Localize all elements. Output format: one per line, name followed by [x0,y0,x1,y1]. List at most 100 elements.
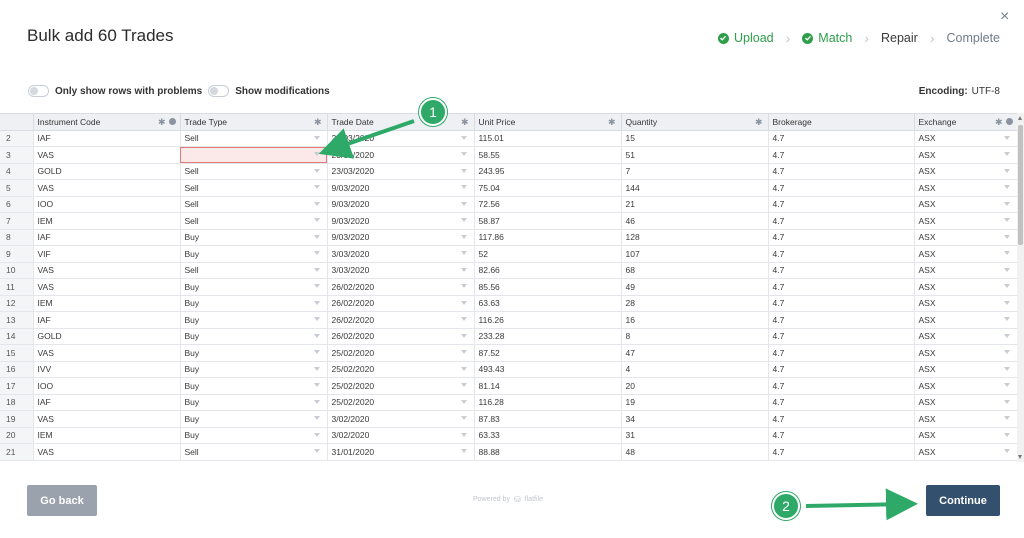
table-cell[interactable]: 26/02/2020 [327,278,475,296]
dropdown-arrow-icon[interactable] [1003,416,1010,420]
dropdown-arrow-icon[interactable] [460,185,467,189]
table-cell[interactable]: 82.66 [474,262,622,279]
dropdown-arrow-icon[interactable] [313,317,320,321]
table-cell[interactable]: ASX [914,361,1018,378]
table-cell[interactable]: 243.95 [474,163,622,180]
table-cell[interactable]: VAS [33,179,181,197]
table-cell[interactable]: 16 [621,311,769,329]
table-cell[interactable]: ASX [914,311,1018,329]
dropdown-arrow-icon[interactable] [1003,317,1010,321]
table-cell[interactable]: 88.88 [474,443,622,461]
table-cell[interactable]: 23/03/2020 [327,130,475,147]
dropdown-arrow-icon[interactable] [460,300,467,305]
close-icon[interactable]: × [1000,9,1009,25]
dropdown-arrow-icon[interactable] [1003,300,1010,305]
dropdown-arrow-icon[interactable] [313,135,320,140]
table-cell[interactable]: 233.28 [474,328,622,345]
table-cell[interactable]: 87.52 [474,344,622,362]
table-cell[interactable]: Buy [180,344,328,362]
table-cell[interactable]: 4.7 [768,278,915,296]
table-cell[interactable]: 31/01/2020 [327,443,475,461]
dropdown-arrow-icon[interactable] [460,168,467,173]
table-cell[interactable]: 144 [621,179,769,197]
dropdown-arrow-icon[interactable] [460,251,467,255]
table-cell[interactable]: 51 [621,146,769,164]
column-header[interactable]: Brokerage [768,114,915,131]
table-cell[interactable]: Buy [180,229,328,246]
dropdown-arrow-icon[interactable] [1003,218,1010,222]
table-cell[interactable]: 4.7 [768,146,915,164]
table-cell[interactable]: 4.7 [768,163,915,180]
dropdown-arrow-icon[interactable] [460,201,467,206]
table-cell[interactable]: 4.7 [768,245,915,263]
table-cell[interactable]: 58.87 [474,212,622,230]
table-cell[interactable]: ASX [914,212,1018,230]
table-cell[interactable]: 23/03/2020 [327,146,475,164]
table-cell[interactable]: 72.56 [474,196,622,213]
table-cell[interactable]: 63.63 [474,295,622,312]
table-cell[interactable]: VAS [33,410,181,428]
table-cell[interactable]: GOLD [33,163,181,180]
dropdown-arrow-icon[interactable] [313,350,320,354]
dropdown-arrow-icon[interactable] [1003,135,1010,140]
dropdown-arrow-icon[interactable] [313,218,320,222]
table-cell[interactable]: 4.7 [768,394,915,411]
table-cell[interactable]: 4.7 [768,328,915,345]
table-cell[interactable]: ASX [914,377,1018,395]
dropdown-arrow-icon[interactable] [313,185,320,189]
column-header[interactable]: Trade Type ✱ [180,114,328,131]
table-cell[interactable]: Buy [180,410,328,428]
table-cell[interactable]: 68 [621,262,769,279]
table-cell[interactable]: 3/02/2020 [327,427,475,444]
table-cell[interactable]: Buy [180,394,328,411]
dropdown-arrow-icon[interactable] [460,234,467,239]
column-header[interactable]: Quantity ✱ [621,114,769,131]
table-cell[interactable]: VAS [33,278,181,296]
table-cell[interactable]: ASX [914,410,1018,428]
table-cell[interactable]: Buy [180,427,328,444]
table-cell[interactable]: IOO [33,196,181,213]
table-cell[interactable]: 21 [621,196,769,213]
table-cell[interactable]: 25/02/2020 [327,344,475,362]
table-cell[interactable]: 4.7 [768,229,915,246]
table-cell[interactable]: 4.7 [768,443,915,461]
table-cell[interactable]: 47 [621,344,769,362]
continue-button[interactable]: Continue [926,485,1000,516]
scroll-up-icon[interactable] [1018,116,1022,120]
table-cell[interactable]: ASX [914,295,1018,312]
dropdown-arrow-icon[interactable] [313,234,320,239]
table-cell[interactable]: ASX [914,262,1018,279]
table-cell[interactable]: VIF [33,245,181,263]
scroll-thumb[interactable] [1018,125,1023,245]
column-header[interactable]: Exchange ✱ [914,114,1018,131]
dropdown-arrow-icon[interactable] [313,201,320,206]
column-header[interactable]: Trade Date ✱ [327,114,475,131]
table-cell[interactable]: IEM [33,427,181,444]
table-cell[interactable]: IAF [33,130,181,147]
table-cell[interactable]: 52 [474,245,622,263]
dropdown-arrow-icon[interactable] [1003,267,1010,272]
table-cell[interactable]: Buy [180,377,328,395]
problems-toggle[interactable] [28,85,49,97]
modifications-toggle[interactable] [208,85,230,97]
dropdown-arrow-icon[interactable] [460,152,467,156]
table-cell[interactable]: 46 [621,212,769,230]
table-cell[interactable]: ASX [914,179,1018,197]
table-cell[interactable]: 116.28 [474,394,622,411]
dropdown-arrow-icon[interactable] [1003,333,1010,338]
problems-toggle-wrap[interactable]: Only show rows with problems [28,85,202,97]
dropdown-arrow-icon[interactable] [313,168,320,173]
table-cell[interactable]: 117.86 [474,229,622,246]
dropdown-arrow-icon[interactable] [313,399,320,404]
table-cell[interactable]: 4.7 [768,179,915,197]
vertical-scrollbar[interactable] [1017,113,1024,462]
dropdown-arrow-icon[interactable] [1003,432,1010,437]
table-cell[interactable]: 15 [621,130,769,147]
dropdown-arrow-icon[interactable] [460,416,467,420]
table-cell[interactable]: 48 [621,443,769,461]
table-cell[interactable]: 7 [621,163,769,180]
table-cell[interactable]: ASX [914,394,1018,411]
table-cell[interactable]: IEM [33,295,181,312]
table-cell[interactable]: 25/02/2020 [327,361,475,378]
table-cell[interactable]: VAS [33,146,181,164]
